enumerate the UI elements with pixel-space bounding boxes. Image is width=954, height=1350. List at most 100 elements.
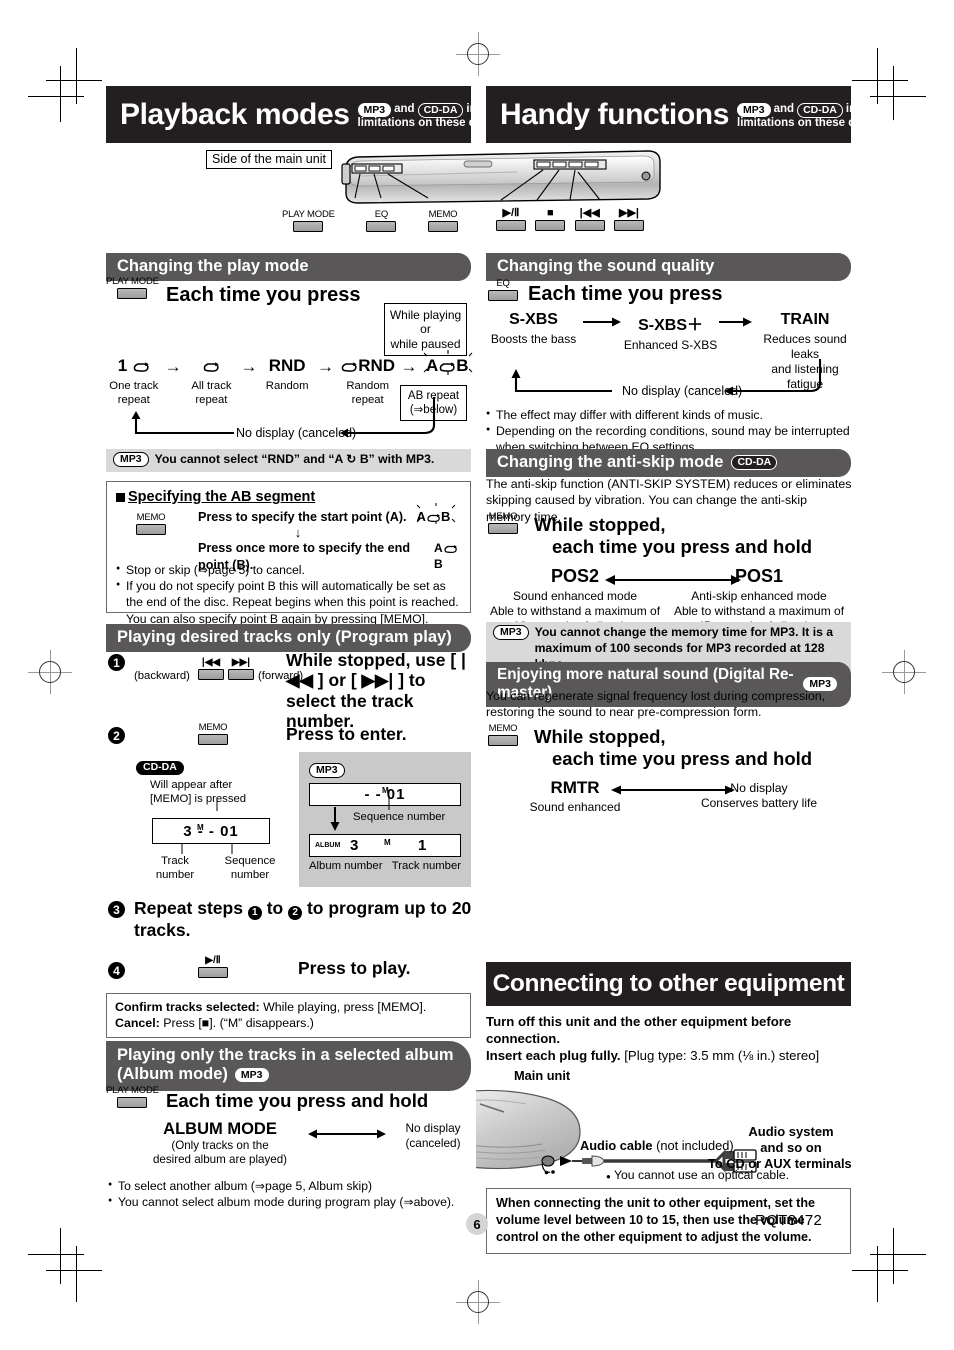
- play-mode-mp3-note: MP3 You cannot select “RND” and “A ↻ B” …: [106, 449, 471, 472]
- anti-skip-body: The anti-skip function (ANTI-SKIP SYSTEM…: [486, 476, 856, 633]
- memo-button[interactable]: MEMO: [198, 723, 228, 745]
- mp3-bottom-labels: Album number Track number: [309, 859, 461, 873]
- memo-button-caption: MEMO: [198, 722, 228, 733]
- skip-back-button[interactable]: |◀◀: [198, 658, 224, 680]
- list-item: The effect may differ with different kin…: [486, 407, 854, 423]
- play-mode-button[interactable]: PLAY MODE: [106, 1086, 159, 1108]
- button-key: [198, 967, 228, 978]
- ab-segment-steps: MEMO Press to specify the start point (A…: [116, 503, 461, 572]
- memo-button[interactable]: MEMO: [488, 512, 518, 534]
- repeat-icon: [132, 361, 150, 373]
- ab-display-blinking: AB: [416, 503, 455, 526]
- cancel-row: Cancel: Press [■]. (“M” disappears.): [115, 1015, 462, 1031]
- step3-to: to: [266, 898, 284, 918]
- no-display-desc: Conserves battery life: [700, 796, 818, 811]
- confirm-cancel-box: Confirm tracks selected: While playing, …: [106, 993, 471, 1039]
- memo-button-caption: MEMO: [488, 723, 518, 734]
- cdda-badge-icon: CD-DA: [797, 102, 843, 118]
- album-indicator: ALBUM: [315, 842, 341, 849]
- button-key: [574, 220, 605, 231]
- play-mode-button[interactable]: PLAY MODE: [106, 277, 159, 299]
- mode-symbol: 1: [117, 356, 128, 375]
- skip-back-button-pictogram[interactable]: |◀◀: [574, 208, 605, 231]
- button-key: [496, 220, 526, 231]
- stop-button-pictogram[interactable]: ■: [535, 207, 566, 231]
- plug-type-note: [Plug type: 3.5 mm (⅛ in.) stereo]: [620, 1048, 820, 1064]
- memo-button[interactable]: MEMO: [136, 513, 166, 535]
- remaster-instruction-l1: While stopped,: [534, 726, 666, 747]
- ab-segment-box: Specifying the AB segment MEMO Press to …: [106, 481, 471, 626]
- mp3-display-example: MP3 M - - 01 Sequence number ALBUM 3 M 1…: [299, 752, 471, 887]
- memo-button-pictogram[interactable]: MEMO: [427, 210, 458, 232]
- stop-icon: ■: [547, 207, 554, 219]
- eq-button-pictogram[interactable]: EQ: [366, 210, 397, 232]
- chain-arrow: →: [164, 357, 182, 376]
- rmtr-desc: Sound enhanced: [529, 800, 621, 814]
- note-and: and: [773, 103, 795, 116]
- section-header-album-mode: Playing only the tracks in a selected al…: [106, 1041, 471, 1091]
- mode-label-1: Random: [265, 380, 309, 392]
- track-number-label: Track number: [155, 855, 195, 882]
- inline-step-2: 2: [288, 906, 303, 920]
- album-mode-on-label: ALBUM MODE: [163, 1120, 277, 1138]
- registration-mark-right: [882, 650, 926, 694]
- mp3-badge-icon: MP3: [309, 763, 345, 778]
- repeat-icon: [443, 544, 458, 554]
- sequence-number-label: Sequence number: [353, 811, 446, 823]
- memo-button-caption: MEMO: [488, 511, 518, 522]
- play-pause-button-pictogram[interactable]: ▶/Ⅱ: [496, 208, 526, 231]
- chain-arrow: →: [400, 357, 418, 376]
- unit-right-button-labels: ▶/Ⅱ ■ |◀◀ ▶▶|: [496, 208, 644, 231]
- button-key: [488, 289, 518, 301]
- skip-forward-icon: ▶▶|: [231, 657, 251, 668]
- eq-step-name: S-XBS: [509, 311, 558, 328]
- ab-segment-title: Specifying the AB segment: [128, 489, 316, 505]
- eq-button[interactable]: EQ: [488, 279, 518, 301]
- confirm-label: Confirm tracks selected:: [115, 1000, 260, 1014]
- pos2-desc2: Able to withstand a maximum of: [489, 604, 661, 618]
- document-code: RQT8472: [755, 1212, 823, 1229]
- skip-forward-button[interactable]: ▶▶|: [228, 658, 254, 680]
- eq-button-caption: EQ: [496, 278, 510, 289]
- ab-segment-bullets: Stop or skip (⇒page 5) to cancel. If you…: [116, 562, 461, 627]
- mode-symbol: RND: [268, 356, 306, 375]
- skip-forward-button-pictogram[interactable]: ▶▶|: [613, 208, 644, 231]
- mp3-badge-icon: MP3: [357, 103, 392, 118]
- memo-button[interactable]: MEMO: [488, 724, 518, 746]
- connecting-lead-l1: Turn off this unit and the other equipme…: [486, 1014, 792, 1047]
- section-header-program-play: Playing desired tracks only (Program pla…: [106, 624, 471, 653]
- play-pause-button[interactable]: ▶/Ⅱ: [198, 956, 228, 978]
- no-display-canceled-label: No display (canceled): [236, 426, 357, 440]
- audio-cable-label: Audio cable (not included): [580, 1138, 734, 1154]
- anti-skip-instruction-l1: While stopped,: [534, 514, 666, 535]
- step2-instruction: Press to enter.: [286, 724, 407, 744]
- step4-instruction: Press to play.: [298, 958, 411, 978]
- play-pause-icon: ▶/Ⅱ: [502, 207, 520, 219]
- handy-functions-title-bar: Handy functions MP3 and CD-DA indicate l…: [486, 86, 907, 143]
- handy-functions-title: Handy functions: [500, 97, 730, 131]
- pos1-desc1: Anti-skip enhanced mode: [691, 589, 827, 603]
- button-key: [136, 523, 166, 535]
- unit-side-diagram: Side of the main unit PLAY MODE EQ MEMO …: [206, 148, 661, 244]
- play-mode-button-pictogram[interactable]: PLAY MODE: [282, 210, 335, 232]
- anti-skip-instruction-l2: each time you press and hold: [552, 535, 813, 557]
- eq-step: S-XBS＋ Enhanced S-XBS: [623, 311, 718, 353]
- registration-mark-left: [28, 650, 72, 694]
- button-key: [427, 220, 458, 232]
- step1-instruction: While stopped, use [ |◀◀ ] or [ ▶▶| ] to…: [286, 650, 466, 732]
- cancel-text: Press [■]. (“M” disappears.): [159, 1016, 314, 1031]
- connecting-lead-l2: Insert each plug fully. [Plug type: 3.5 …: [486, 1048, 820, 1064]
- section-header-line2: (Album mode) MP3: [117, 1065, 269, 1084]
- play-pause-icon: ▶/Ⅱ: [205, 955, 221, 966]
- list-item: Stop or skip (⇒page 5) to cancel.: [116, 562, 461, 578]
- ab-down-arrow: ↓: [294, 524, 302, 540]
- crop-mark-bottom-left: [28, 1222, 108, 1302]
- crop-mark-bottom-right: [846, 1222, 926, 1302]
- program-play-step3: 3 Repeat steps 1 to 2 to program up to 2…: [106, 898, 476, 941]
- while-playing-box: While playing or while paused: [384, 303, 467, 357]
- play-mode-body: PLAY MODE Each time you press While play…: [106, 277, 476, 457]
- button-key: [613, 220, 644, 231]
- note-indicate: indicate: [845, 103, 890, 116]
- connecting-title: Connecting to other equipment: [492, 969, 845, 997]
- step3-text-a: Repeat steps: [134, 898, 243, 918]
